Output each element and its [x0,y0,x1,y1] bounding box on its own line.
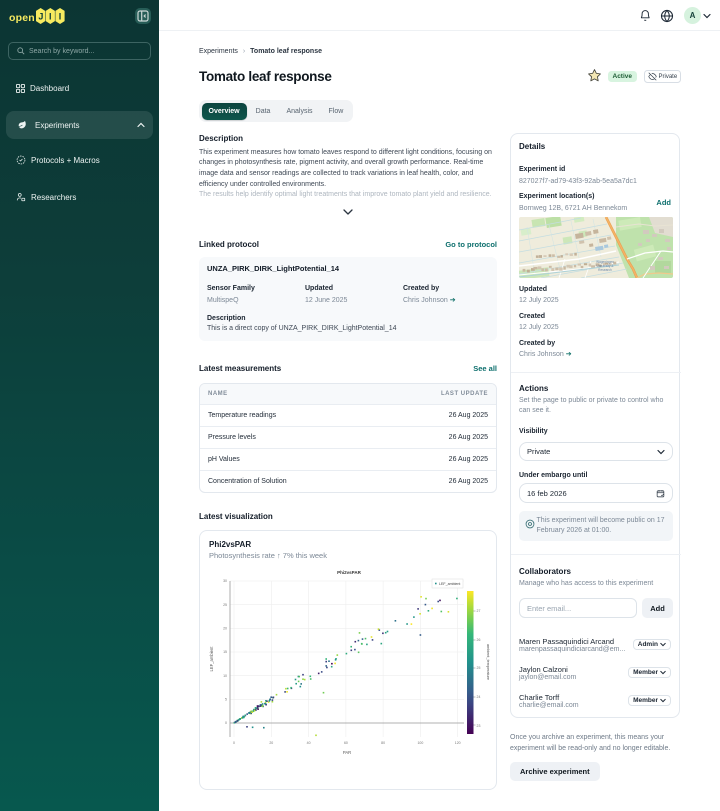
svg-text:26: 26 [477,638,481,642]
svg-text:PAR: PAR [343,750,351,755]
svg-text:80: 80 [381,741,385,745]
svg-text:Research: Research [598,268,612,272]
svg-text:120: 120 [455,741,461,745]
svg-text:LEF_ambient: LEF_ambient [439,582,460,586]
svg-text:40: 40 [307,741,311,745]
svg-text:100: 100 [417,741,423,745]
svg-text:20: 20 [223,627,227,631]
svg-text:Phi2vsPAR: Phi2vsPAR [337,570,361,575]
svg-text:0: 0 [233,741,235,745]
svg-text:20: 20 [269,741,273,745]
svg-text:LEF_ambient: LEF_ambient [209,646,214,672]
svg-text:25: 25 [223,603,227,607]
svg-text:10: 10 [223,674,227,678]
svg-text:15: 15 [223,650,227,654]
svg-text:5: 5 [225,698,227,702]
svg-text:25: 25 [477,666,481,670]
svg-text:27: 27 [477,609,481,613]
svg-text:24: 24 [477,695,481,699]
svg-text:I: I [49,11,52,21]
svg-text:J: J [38,11,43,21]
svg-text:23: 23 [477,724,481,728]
svg-text:30: 30 [223,579,227,583]
svg-text:I: I [59,11,62,21]
svg-text:0: 0 [225,721,227,725]
svg-text:60: 60 [344,741,348,745]
svg-text:open: open [9,12,35,24]
svg-text:ambient_temperature: ambient_temperature [486,644,490,680]
